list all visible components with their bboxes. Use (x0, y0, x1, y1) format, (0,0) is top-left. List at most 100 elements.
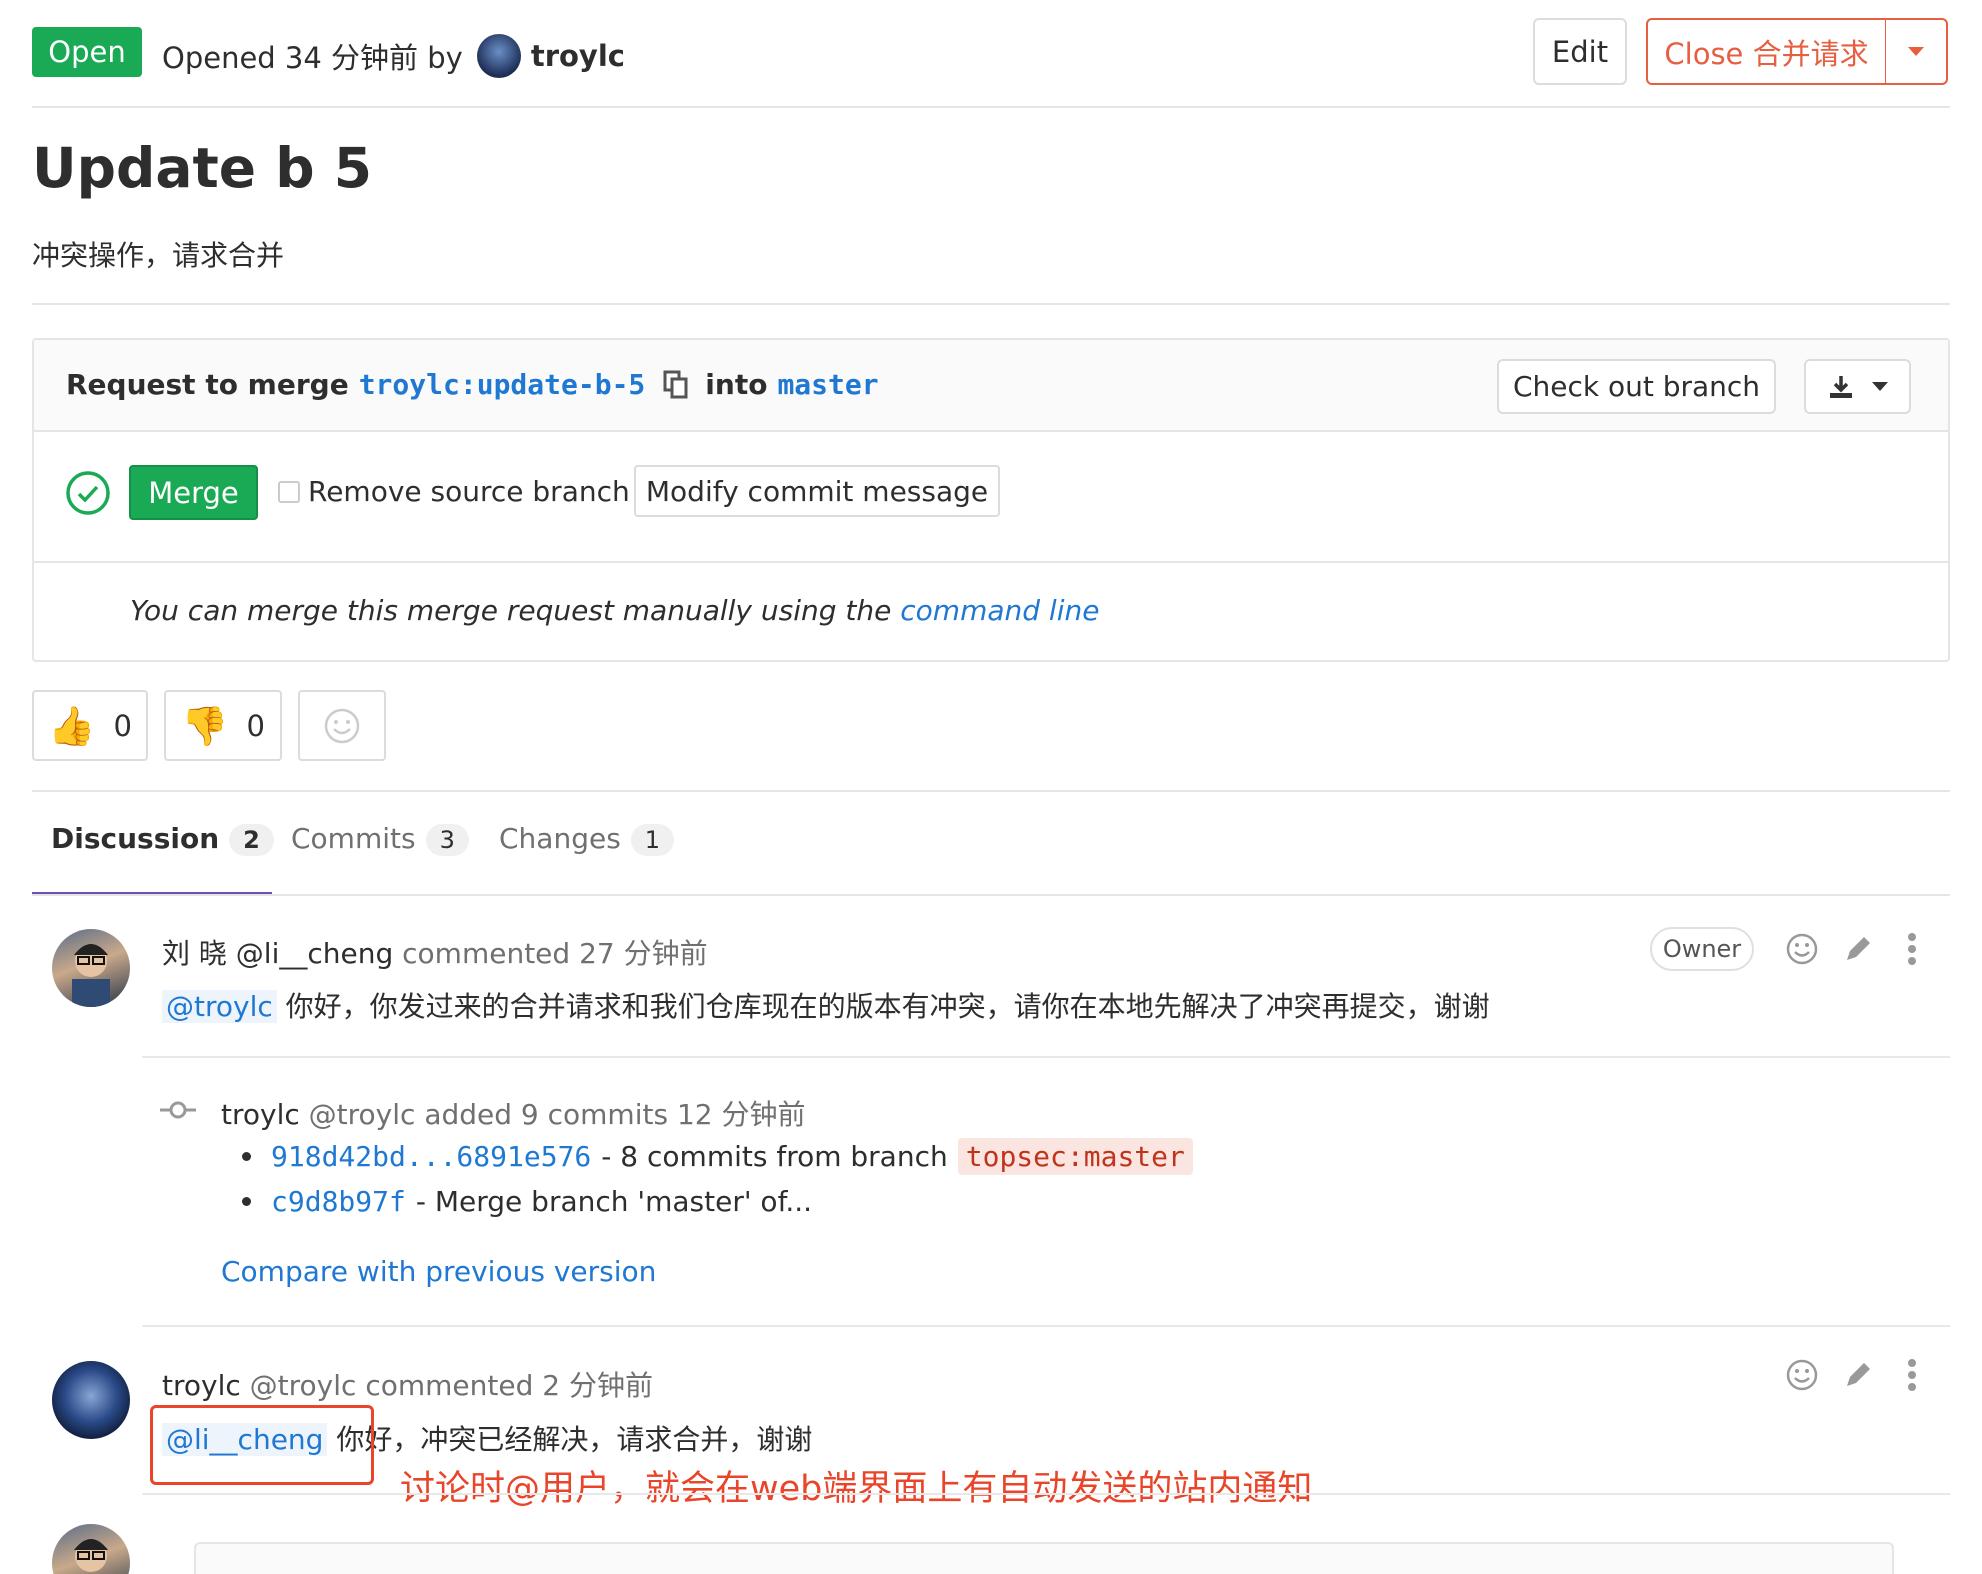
tab-discussion-label: Discussion (51, 822, 220, 855)
note-author[interactable]: troylc (162, 1369, 241, 1402)
system-note-handle: @troylc (308, 1098, 416, 1131)
note-text: 你好，冲突已经解决，请求合并，谢谢 (336, 1423, 813, 1456)
opened-info: Opened 34 分钟前 by troylc (162, 34, 625, 78)
note-time: commented 2 分钟前 (365, 1369, 653, 1402)
commit-text: - Merge branch 'master' of... (415, 1184, 813, 1218)
tab-discussion[interactable]: Discussion 2 (51, 822, 274, 856)
close-dropdown-toggle[interactable] (1885, 18, 1948, 85)
description: 冲突操作，请求合并 (32, 239, 285, 272)
comment-form[interactable] (194, 1542, 1894, 1574)
commenter-avatar[interactable] (52, 929, 130, 1007)
note-handle: @troylc (249, 1369, 357, 1402)
into-label: into (705, 368, 768, 401)
awards-divider (32, 790, 1950, 792)
note-divider (142, 1493, 1950, 1495)
title-divider (32, 303, 1950, 305)
tab-changes[interactable]: Changes 1 (499, 822, 675, 856)
more-actions-icon[interactable] (1890, 927, 1934, 971)
merge-label: Merge (148, 475, 239, 510)
download-icon (1829, 375, 1852, 398)
smiley-icon (324, 708, 360, 743)
note-text: 你好，你发过来的合并请求和我们仓库现在的版本有冲突，请你在本地先解决了冲突再提交… (285, 990, 1490, 1023)
thumbs-down-icon: 👎 (181, 703, 229, 748)
manual-text: You can merge this merge request manuall… (130, 594, 892, 627)
status-badge: Open (32, 27, 142, 77)
download-dropdown-button[interactable] (1804, 359, 1911, 414)
compare-previous-link[interactable]: Compare with previous version (221, 1255, 656, 1288)
edit-pencil-icon[interactable] (1836, 1353, 1880, 1397)
manual-merge-hint: You can merge this merge request manuall… (130, 594, 1099, 627)
checkout-label: Check out branch (1512, 370, 1761, 403)
modify-commit-message-button[interactable]: Modify commit message (634, 465, 1000, 517)
merge-request-branches: Request to merge troylc:update-b-5 into … (66, 368, 879, 401)
check-out-branch-button[interactable]: Check out branch (1497, 359, 1776, 414)
note-divider (142, 1325, 1950, 1327)
note-author[interactable]: 刘 晓 @li__cheng (162, 937, 393, 970)
ci-success-icon (65, 470, 111, 520)
commit-list: 918d42bd...6891e576 - 8 commits from bra… (242, 1134, 1193, 1224)
close-merge-request-button[interactable]: Close 合并请求 (1646, 18, 1886, 85)
modify-commit-label: Modify commit message (645, 474, 989, 508)
annotation-text: 讨论时@用户，就会在web端界面上有自动发送的站内通知 (400, 1469, 1313, 1509)
system-note-action: added 9 commits 12 分钟前 (424, 1098, 806, 1131)
author-avatar[interactable] (476, 34, 521, 78)
mention-link[interactable]: @troylc (162, 990, 277, 1023)
note-time: commented 27 分钟前 (402, 937, 708, 970)
highlight-box (150, 1405, 374, 1485)
target-branch[interactable]: master (777, 368, 878, 401)
thumbs-up-button[interactable]: 👍 0 (32, 690, 148, 761)
commit-sha-link[interactable]: c9d8b97f (271, 1185, 406, 1218)
system-note-author[interactable]: troylc (221, 1098, 300, 1131)
current-user-avatar[interactable] (52, 1524, 130, 1574)
status-label: Open (48, 35, 126, 69)
add-reaction-button[interactable] (298, 690, 386, 761)
close-label: Close 合并请求 (1664, 36, 1869, 71)
list-item: c9d8b97f - Merge branch 'master' of... (242, 1178, 1193, 1224)
merge-button[interactable]: Merge (129, 465, 258, 520)
note-reaction-icon[interactable] (1780, 927, 1824, 971)
edit-button[interactable]: Edit (1533, 18, 1627, 85)
caret-down-icon (1871, 382, 1888, 391)
owner-badge: Owner (1650, 927, 1754, 971)
commit-text: - 8 commits from branch (601, 1139, 948, 1173)
tabs-divider (32, 894, 1950, 896)
thumbs-down-button[interactable]: 👎 0 (164, 690, 282, 761)
commit-sha-link[interactable]: 918d42bd...6891e576 (271, 1140, 591, 1173)
system-note-header: troylc @troylc added 9 commits 12 分钟前 (221, 1093, 806, 1133)
caret-down-icon (1908, 47, 1924, 56)
remove-source-branch-option[interactable]: Remove source branch (278, 475, 630, 508)
source-sep: : (459, 368, 477, 401)
edit-label: Edit (1551, 34, 1609, 69)
more-actions-icon[interactable] (1890, 1353, 1934, 1397)
thumbs-down-count: 0 (246, 708, 265, 743)
tab-commits-label: Commits (291, 822, 416, 855)
tab-discussion-count: 2 (229, 824, 274, 856)
command-line-link[interactable]: command line (900, 594, 1099, 627)
thumbs-up-count: 0 (113, 708, 132, 743)
remove-source-checkbox[interactable] (278, 480, 300, 503)
note-reaction-icon[interactable] (1780, 1353, 1824, 1397)
author-name[interactable]: troylc (531, 39, 625, 73)
remove-source-label: Remove source branch (308, 475, 630, 508)
header-divider (32, 106, 1950, 108)
note-divider (142, 1056, 1950, 1058)
edit-pencil-icon[interactable] (1836, 927, 1880, 971)
copy-icon[interactable] (663, 370, 689, 400)
merge-widget-divider (32, 561, 1950, 563)
source-branch-label[interactable]: troylc:update-b-5 (359, 368, 646, 401)
note-header: 刘 晓 @li__cheng commented 27 分钟前 (162, 932, 708, 972)
note-body: @troylc 你好，你发过来的合并请求和我们仓库现在的版本有冲突，请你在本地先… (162, 985, 1490, 1025)
bullet (242, 1196, 251, 1206)
page-title: Update b 5 (32, 136, 373, 200)
tab-changes-count: 1 (630, 824, 675, 856)
commit-icon (160, 1098, 196, 1126)
bullet (242, 1151, 251, 1161)
owner-label: Owner (1662, 935, 1742, 963)
note-header: troylc @troylc commented 2 分钟前 (162, 1364, 653, 1404)
thumbs-up-icon: 👍 (48, 703, 96, 748)
source-user: troylc (358, 368, 460, 401)
list-item: 918d42bd...6891e576 - 8 commits from bra… (242, 1134, 1193, 1178)
tab-commits[interactable]: Commits 3 (291, 822, 469, 856)
commenter-avatar[interactable] (52, 1361, 130, 1439)
branch-code: topsec:master (957, 1137, 1193, 1175)
